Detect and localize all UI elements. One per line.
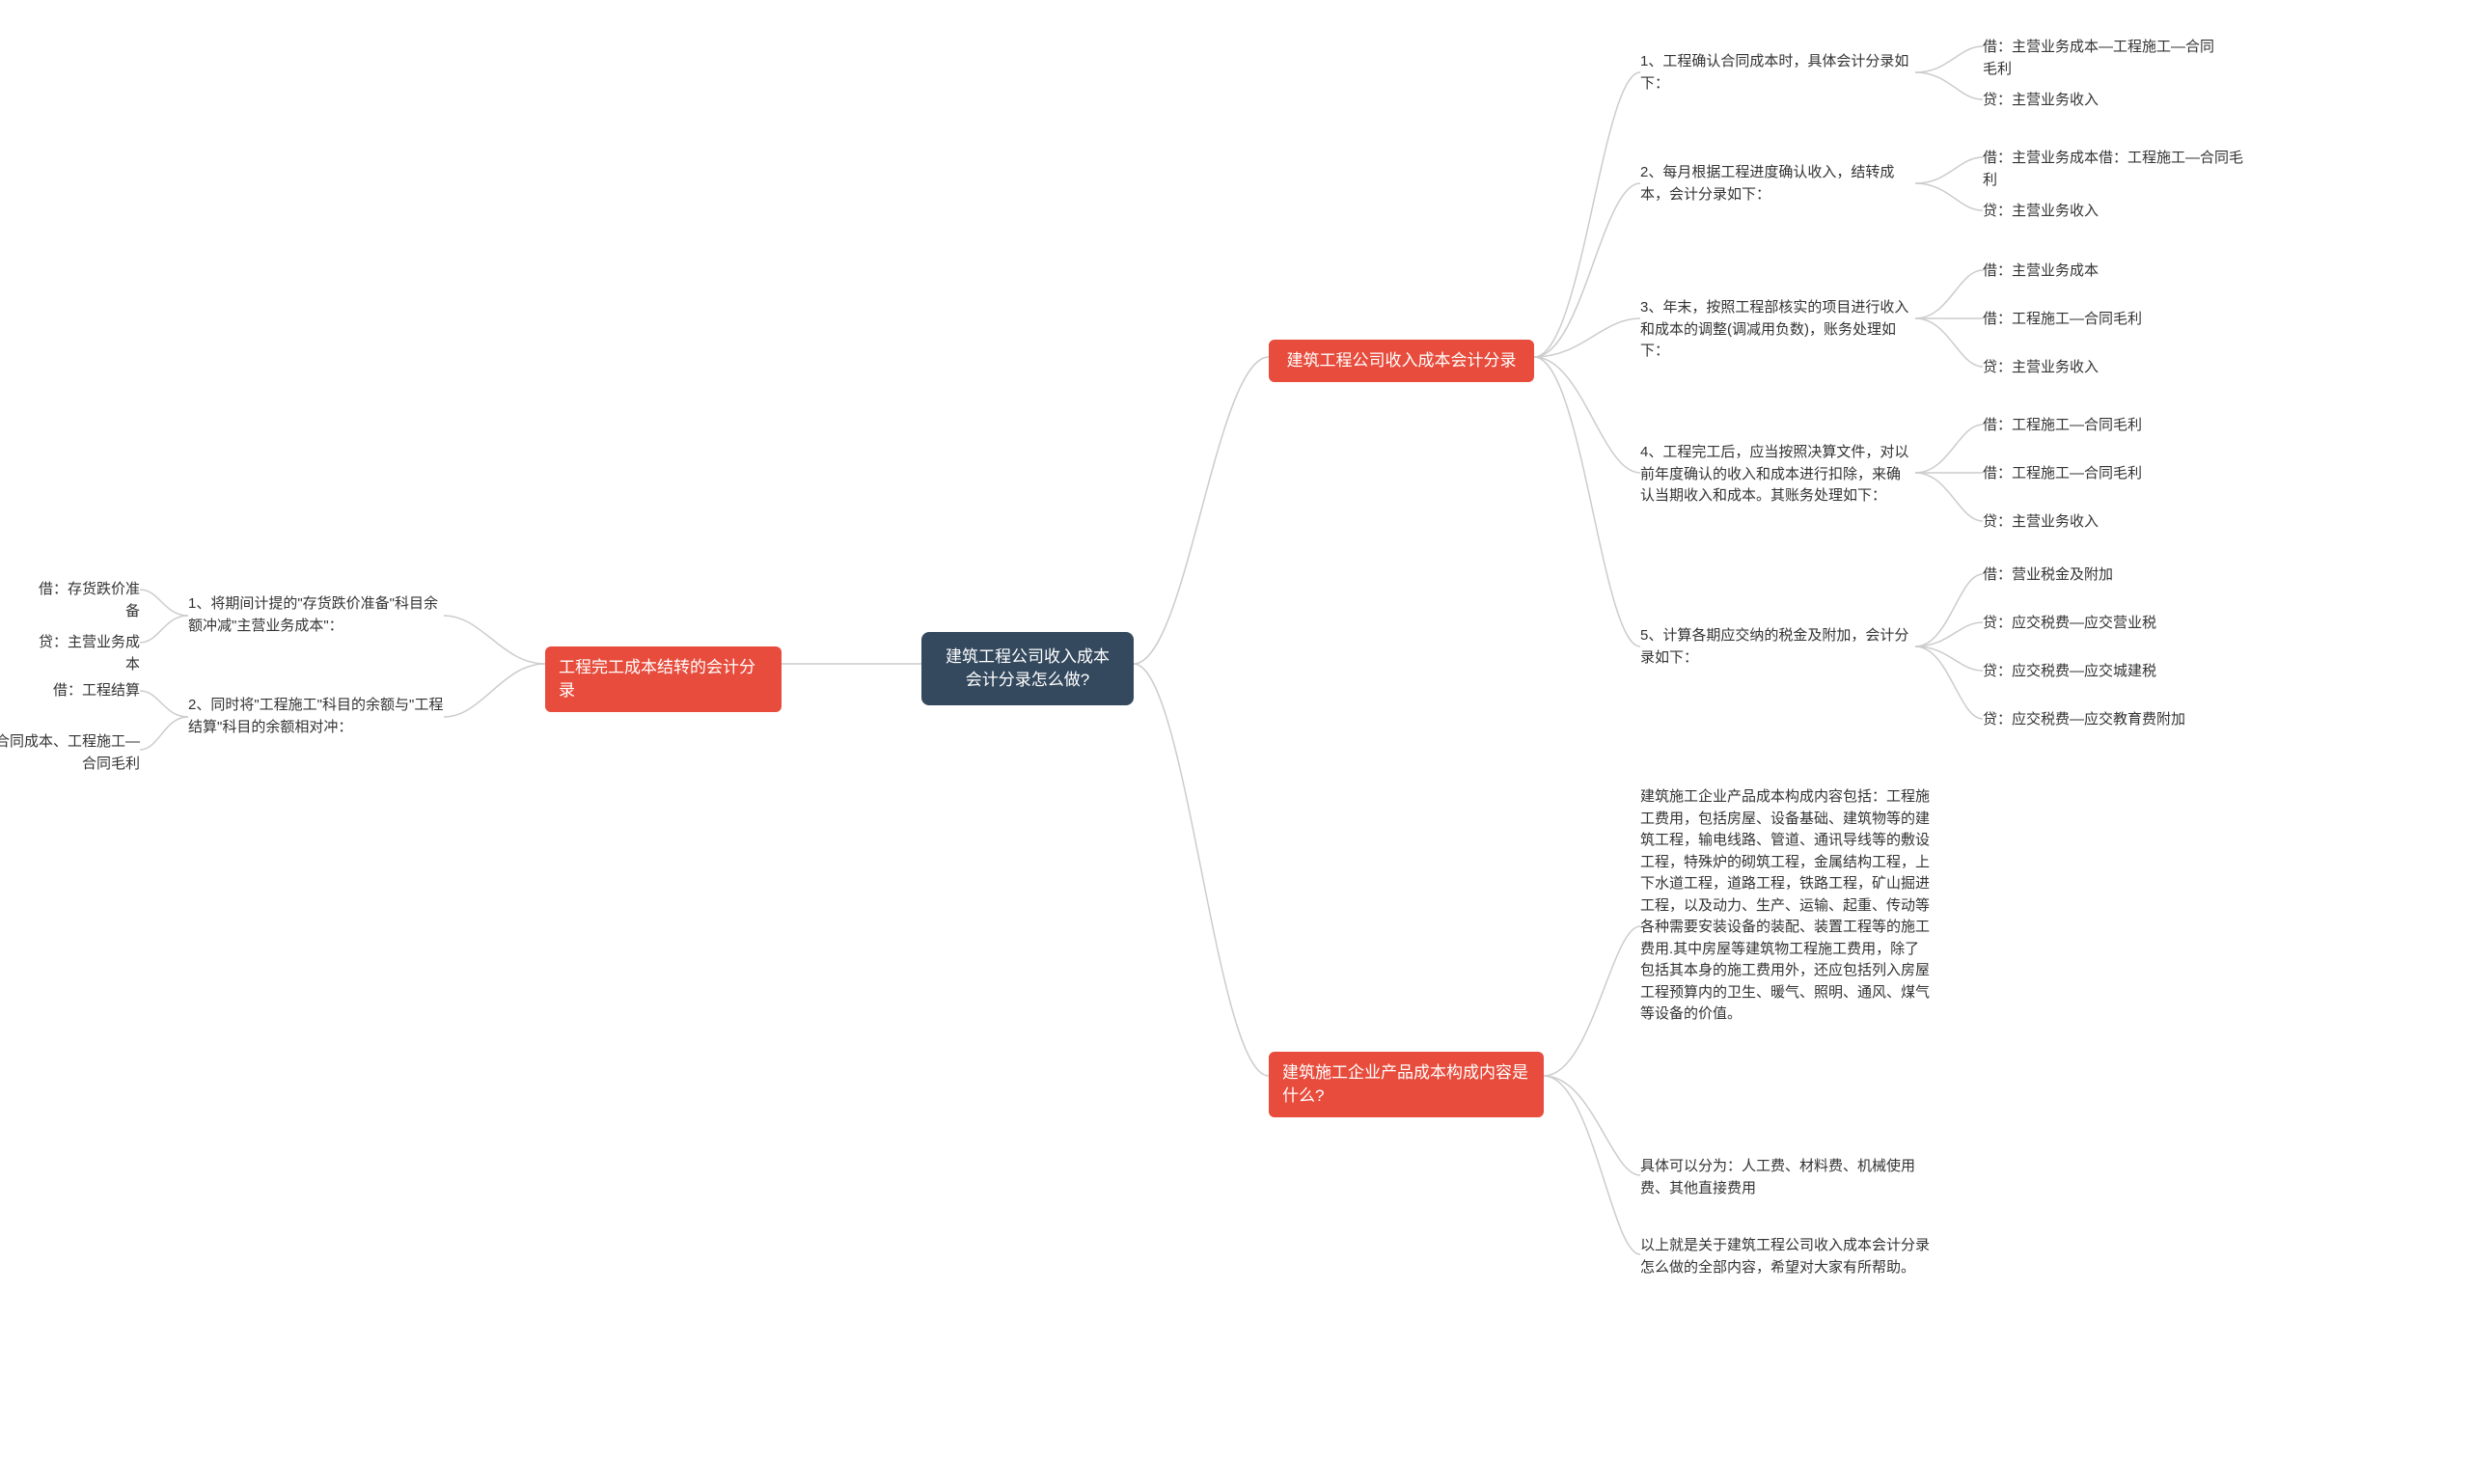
r1-item-4-c3: 贷：主营业务收入 — [1983, 511, 2214, 534]
left-item-1[interactable]: 1、将期间计提的"存货跌价准备"科目余额冲减"主营业务成本"： — [188, 593, 444, 637]
r1-item-5-c3: 贷：应交税费—应交城建税 — [1983, 661, 2214, 683]
r2-p1: 建筑施工企业产品成本构成内容包括：工程施工费用，包括房屋、设备基础、建筑物等的建… — [1640, 786, 1930, 1026]
branch-right-2-label: 建筑施工企业产品成本构成内容是什么? — [1282, 1061, 1530, 1108]
r1-item-1-c2: 贷：主营业务收入 — [1983, 90, 2214, 112]
r1-item-5-c4: 贷：应交税费—应交教育费附加 — [1983, 709, 2214, 731]
branch-right-1[interactable]: 建筑工程公司收入成本会计分录 — [1269, 340, 1534, 382]
r1-item-2-c1: 借：主营业务成本借：工程施工—合同毛利 — [1983, 148, 2253, 191]
branch-left-1[interactable]: 工程完工成本结转的会计分录 — [545, 646, 782, 712]
r1-item-5-c1: 借：营业税金及附加 — [1983, 564, 2214, 587]
left-item-1-c2: 贷：主营业务成本 — [29, 632, 140, 675]
r1-item-3-c1: 借：主营业务成本 — [1983, 261, 2214, 283]
branch-right-1-label: 建筑工程公司收入成本会计分录 — [1287, 349, 1517, 372]
left-item-1-c1: 借：存货跌价准备 — [29, 579, 140, 622]
root-node[interactable]: 建筑工程公司收入成本会计分录怎么做? — [921, 632, 1134, 705]
branch-left-1-label: 工程完工成本结转的会计分录 — [559, 656, 768, 702]
r1-item-4-c2: 借：工程施工—合同毛利 — [1983, 463, 2214, 485]
r1-item-1[interactable]: 1、工程确认合同成本时，具体会计分录如下： — [1640, 51, 1910, 95]
left-item-2-c2: 贷：工程施工—合同成本、工程施工—合同毛利 — [0, 731, 140, 775]
left-item-2[interactable]: 2、同时将"工程施工"科目的余额与"工程结算"科目的余额相对冲： — [188, 695, 444, 738]
r1-item-5-c2: 贷：应交税费—应交营业税 — [1983, 613, 2214, 635]
left-item-2-c1: 借：工程结算 — [19, 680, 140, 702]
r1-item-3-c3: 贷：主营业务收入 — [1983, 357, 2214, 379]
root-title: 建筑工程公司收入成本会计分录怎么做? — [939, 646, 1116, 692]
r1-item-1-c1: 借：主营业务成本—工程施工—合同毛利 — [1983, 37, 2214, 80]
left-item-1-label: 1、将期间计提的"存货跌价准备"科目余额冲减"主营业务成本"： — [188, 593, 444, 637]
r2-p2: 具体可以分为：人工费、材料费、机械使用费、其他直接费用 — [1640, 1156, 1930, 1199]
r1-item-3[interactable]: 3、年末，按照工程部核实的项目进行收入和成本的调整(调减用负数)，账务处理如下： — [1640, 297, 1910, 363]
r1-item-4[interactable]: 4、工程完工后，应当按照决算文件，对以前年度确认的收入和成本进行扣除，来确认当期… — [1640, 442, 1910, 508]
r1-item-2-c2: 贷：主营业务收入 — [1983, 201, 2214, 223]
r1-item-5[interactable]: 5、计算各期应交纳的税金及附加，会计分录如下： — [1640, 625, 1910, 669]
r1-item-3-c2: 借：工程施工—合同毛利 — [1983, 309, 2214, 331]
left-item-2-label: 2、同时将"工程施工"科目的余额与"工程结算"科目的余额相对冲： — [188, 695, 444, 738]
branch-right-2[interactable]: 建筑施工企业产品成本构成内容是什么? — [1269, 1052, 1544, 1117]
r1-item-4-c1: 借：工程施工—合同毛利 — [1983, 415, 2214, 437]
r1-item-2[interactable]: 2、每月根据工程进度确认收入，结转成本，会计分录如下： — [1640, 162, 1910, 206]
r2-p3: 以上就是关于建筑工程公司收入成本会计分录怎么做的全部内容，希望对大家有所帮助。 — [1640, 1235, 1930, 1278]
